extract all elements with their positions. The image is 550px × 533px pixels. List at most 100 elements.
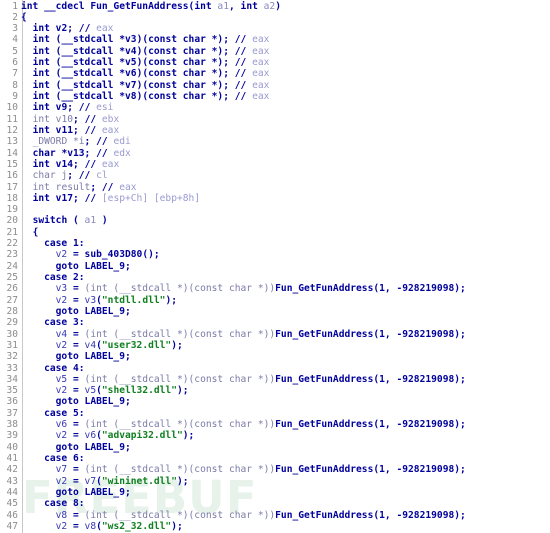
code-text[interactable]: int (__stdcall *v4)(const char *); // ea… — [21, 46, 550, 57]
code-text[interactable]: v2 = sub_403D80(); — [21, 249, 550, 260]
code-line[interactable]: 4 int (__stdcall *v3)(const char *); // … — [0, 34, 550, 45]
code-text[interactable]: int v10; // ebx — [21, 114, 550, 125]
code-text[interactable]: v2 = v5("shell32.dll"); — [21, 385, 550, 396]
code-text[interactable]: int result; // eax — [21, 182, 550, 193]
code-line[interactable]: 13 _DWORD *i; // edi — [0, 136, 550, 147]
code-line[interactable]: 6 int (__stdcall *v5)(const char *); // … — [0, 57, 550, 68]
code-line[interactable]: 25 case 2: — [0, 272, 550, 283]
code-line[interactable]: 5 int (__stdcall *v4)(const char *); // … — [0, 46, 550, 57]
code-line[interactable]: 47 v2 = v8("ws2_32.dll"); — [0, 521, 550, 532]
code-text[interactable]: v3 = (int (__stdcall *)(const char *))Fu… — [21, 283, 550, 294]
code-line[interactable]: 38 v6 = (int (__stdcall *)(const char *)… — [0, 419, 550, 430]
code-text[interactable]: int v17; // [esp+Ch] [ebp+8h] — [21, 193, 550, 204]
code-text[interactable]: v6 = (int (__stdcall *)(const char *))Fu… — [21, 419, 550, 430]
code-line[interactable]: 23 v2 = sub_403D80(); — [0, 249, 550, 260]
code-line[interactable]: 36 goto LABEL_9; — [0, 396, 550, 407]
code-line[interactable]: 1 int __cdecl Fun_GetFunAddress(int a1, i… — [0, 1, 550, 12]
code-line[interactable]: 3 int v2; // eax — [0, 23, 550, 34]
code-text[interactable]: v2 = v7("wininet.dll"); — [21, 476, 550, 487]
code-line[interactable]: 11 int v10; // ebx — [0, 114, 550, 125]
code-text[interactable]: v8 = (int (__stdcall *)(const char *))Fu… — [21, 510, 550, 521]
code-text[interactable]: int v9; // esi — [21, 102, 550, 113]
code-line[interactable]: 26 v3 = (int (__stdcall *)(const char *)… — [0, 283, 550, 294]
code-text[interactable]: v2 = v6("advapi32.dll"); — [21, 430, 550, 441]
code-line[interactable]: 28 goto LABEL_9; — [0, 306, 550, 317]
code-text[interactable]: case 4: — [21, 363, 550, 374]
code-text[interactable]: int (__stdcall *v6)(const char *); // ea… — [21, 68, 550, 79]
code-text[interactable]: goto LABEL_9; — [21, 306, 550, 317]
code-line[interactable]: 24 goto LABEL_9; — [0, 261, 550, 272]
code-line[interactable]: 39 v2 = v6("advapi32.dll"); — [0, 430, 550, 441]
code-line[interactable]: 7 int (__stdcall *v6)(const char *); // … — [0, 68, 550, 79]
code-line[interactable]: 37 case 5: — [0, 408, 550, 419]
code-line[interactable]: 17 int result; // eax — [0, 182, 550, 193]
code-line[interactable]: 44 goto LABEL_9; — [0, 487, 550, 498]
code-text[interactable]: int (__stdcall *v3)(const char *); // ea… — [21, 34, 550, 45]
code-text[interactable]: v4 = (int (__stdcall *)(const char *))Fu… — [21, 329, 550, 340]
code-line[interactable]: 40 goto LABEL_9; — [0, 442, 550, 453]
code-text[interactable]: switch ( a1 ) — [21, 215, 550, 226]
code-line[interactable]: 34 v5 = (int (__stdcall *)(const char *)… — [0, 374, 550, 385]
code-text[interactable]: case 6: — [21, 453, 550, 464]
code-line[interactable]: 15 int v14; // eax — [0, 159, 550, 170]
code-line[interactable]: 22 case 1: — [0, 238, 550, 249]
code-line[interactable]: 43 v2 = v7("wininet.dll"); — [0, 476, 550, 487]
code-text[interactable]: int v11; // eax — [21, 125, 550, 136]
code-line[interactable]: 20 switch ( a1 ) — [0, 215, 550, 226]
code-text[interactable]: case 3: — [21, 317, 550, 328]
code-text[interactable]: v2 = v4("user32.dll"); — [21, 340, 550, 351]
code-text[interactable]: int __cdecl Fun_GetFunAddress(int a1, in… — [21, 1, 550, 12]
code-text[interactable]: int (__stdcall *v7)(const char *); // ea… — [21, 80, 550, 91]
code-line[interactable]: 35 v2 = v5("shell32.dll"); — [0, 385, 550, 396]
code-line[interactable]: 33 case 4: — [0, 363, 550, 374]
code-text[interactable]: v5 = (int (__stdcall *)(const char *))Fu… — [21, 374, 550, 385]
code-line[interactable]: 2{ — [0, 12, 550, 23]
code-line[interactable]: 12 int v11; // eax — [0, 125, 550, 136]
code-text[interactable]: goto LABEL_9; — [21, 442, 550, 453]
code-text[interactable]: case 8: — [21, 498, 550, 509]
code-text[interactable]: int v14; // eax — [21, 159, 550, 170]
code-line[interactable]: 16 char j; // cl — [0, 170, 550, 181]
code-text[interactable]: int (__stdcall *v8)(const char *); // ea… — [21, 91, 550, 102]
token-punct: ; — [124, 441, 131, 453]
code-text[interactable]: goto LABEL_9; — [21, 487, 550, 498]
code-line[interactable]: 14 char *v13; // edx — [0, 148, 550, 159]
code-line[interactable]: 19 — [0, 204, 550, 215]
code-line[interactable]: 9 int (__stdcall *v8)(const char *); // … — [0, 91, 550, 102]
code-line[interactable]: 41 case 6: — [0, 453, 550, 464]
code-text[interactable]: char j; // cl — [21, 170, 550, 181]
token-punct: = — [67, 520, 85, 532]
code-text[interactable]: goto LABEL_9; — [21, 351, 550, 362]
code-text[interactable]: int (__stdcall *v5)(const char *); // ea… — [21, 57, 550, 68]
code-text[interactable]: _DWORD *i; // edi — [21, 136, 550, 147]
code-line[interactable]: 31 v2 = v4("user32.dll"); — [0, 340, 550, 351]
code-line[interactable]: 29 case 3: — [0, 317, 550, 328]
code-line[interactable]: 30 v4 = (int (__stdcall *)(const char *)… — [0, 329, 550, 340]
line-number: 40 — [6, 441, 18, 453]
code-text[interactable]: v2 = v8("ws2_32.dll"); — [21, 521, 550, 532]
code-text[interactable]: goto LABEL_9; — [21, 396, 550, 407]
code-line[interactable]: 27 v2 = v3("ntdll.dll"); — [0, 295, 550, 306]
code-line[interactable]: 8 int (__stdcall *v7)(const char *); // … — [0, 80, 550, 91]
code-line[interactable]: 46 v8 = (int (__stdcall *)(const char *)… — [0, 510, 550, 521]
code-text[interactable]: int v2; // eax — [21, 23, 550, 34]
code-text[interactable]: case 2: — [21, 272, 550, 283]
code-text[interactable]: { — [21, 12, 550, 23]
code-line[interactable]: 45 case 8: — [0, 498, 550, 509]
token-kw: case — [44, 238, 68, 250]
code-line[interactable]: 10 int v9; // esi — [0, 102, 550, 113]
code-text[interactable]: goto LABEL_9; — [21, 261, 550, 272]
code-line[interactable]: 42 v7 = (int (__stdcall *)(const char *)… — [0, 464, 550, 475]
code-line[interactable]: 21 { — [0, 227, 550, 238]
code-text[interactable]: case 1: — [21, 238, 550, 249]
code-text[interactable]: case 5: — [21, 408, 550, 419]
pseudocode-view[interactable]: FREEBUF 1 int __cdecl Fun_GetFunAddress(i… — [0, 0, 550, 533]
line-number: 38 — [6, 419, 18, 431]
code-text[interactable]: { — [21, 227, 550, 238]
code-text[interactable]: char *v13; // edx — [21, 148, 550, 159]
code-line[interactable]: 18 int v17; // [esp+Ch] [ebp+8h] — [0, 193, 550, 204]
code-line[interactable]: 32 goto LABEL_9; — [0, 351, 550, 362]
code-text[interactable]: v2 = v3("ntdll.dll"); — [21, 295, 550, 306]
code-text[interactable]: v7 = (int (__stdcall *)(const char *))Fu… — [21, 464, 550, 475]
